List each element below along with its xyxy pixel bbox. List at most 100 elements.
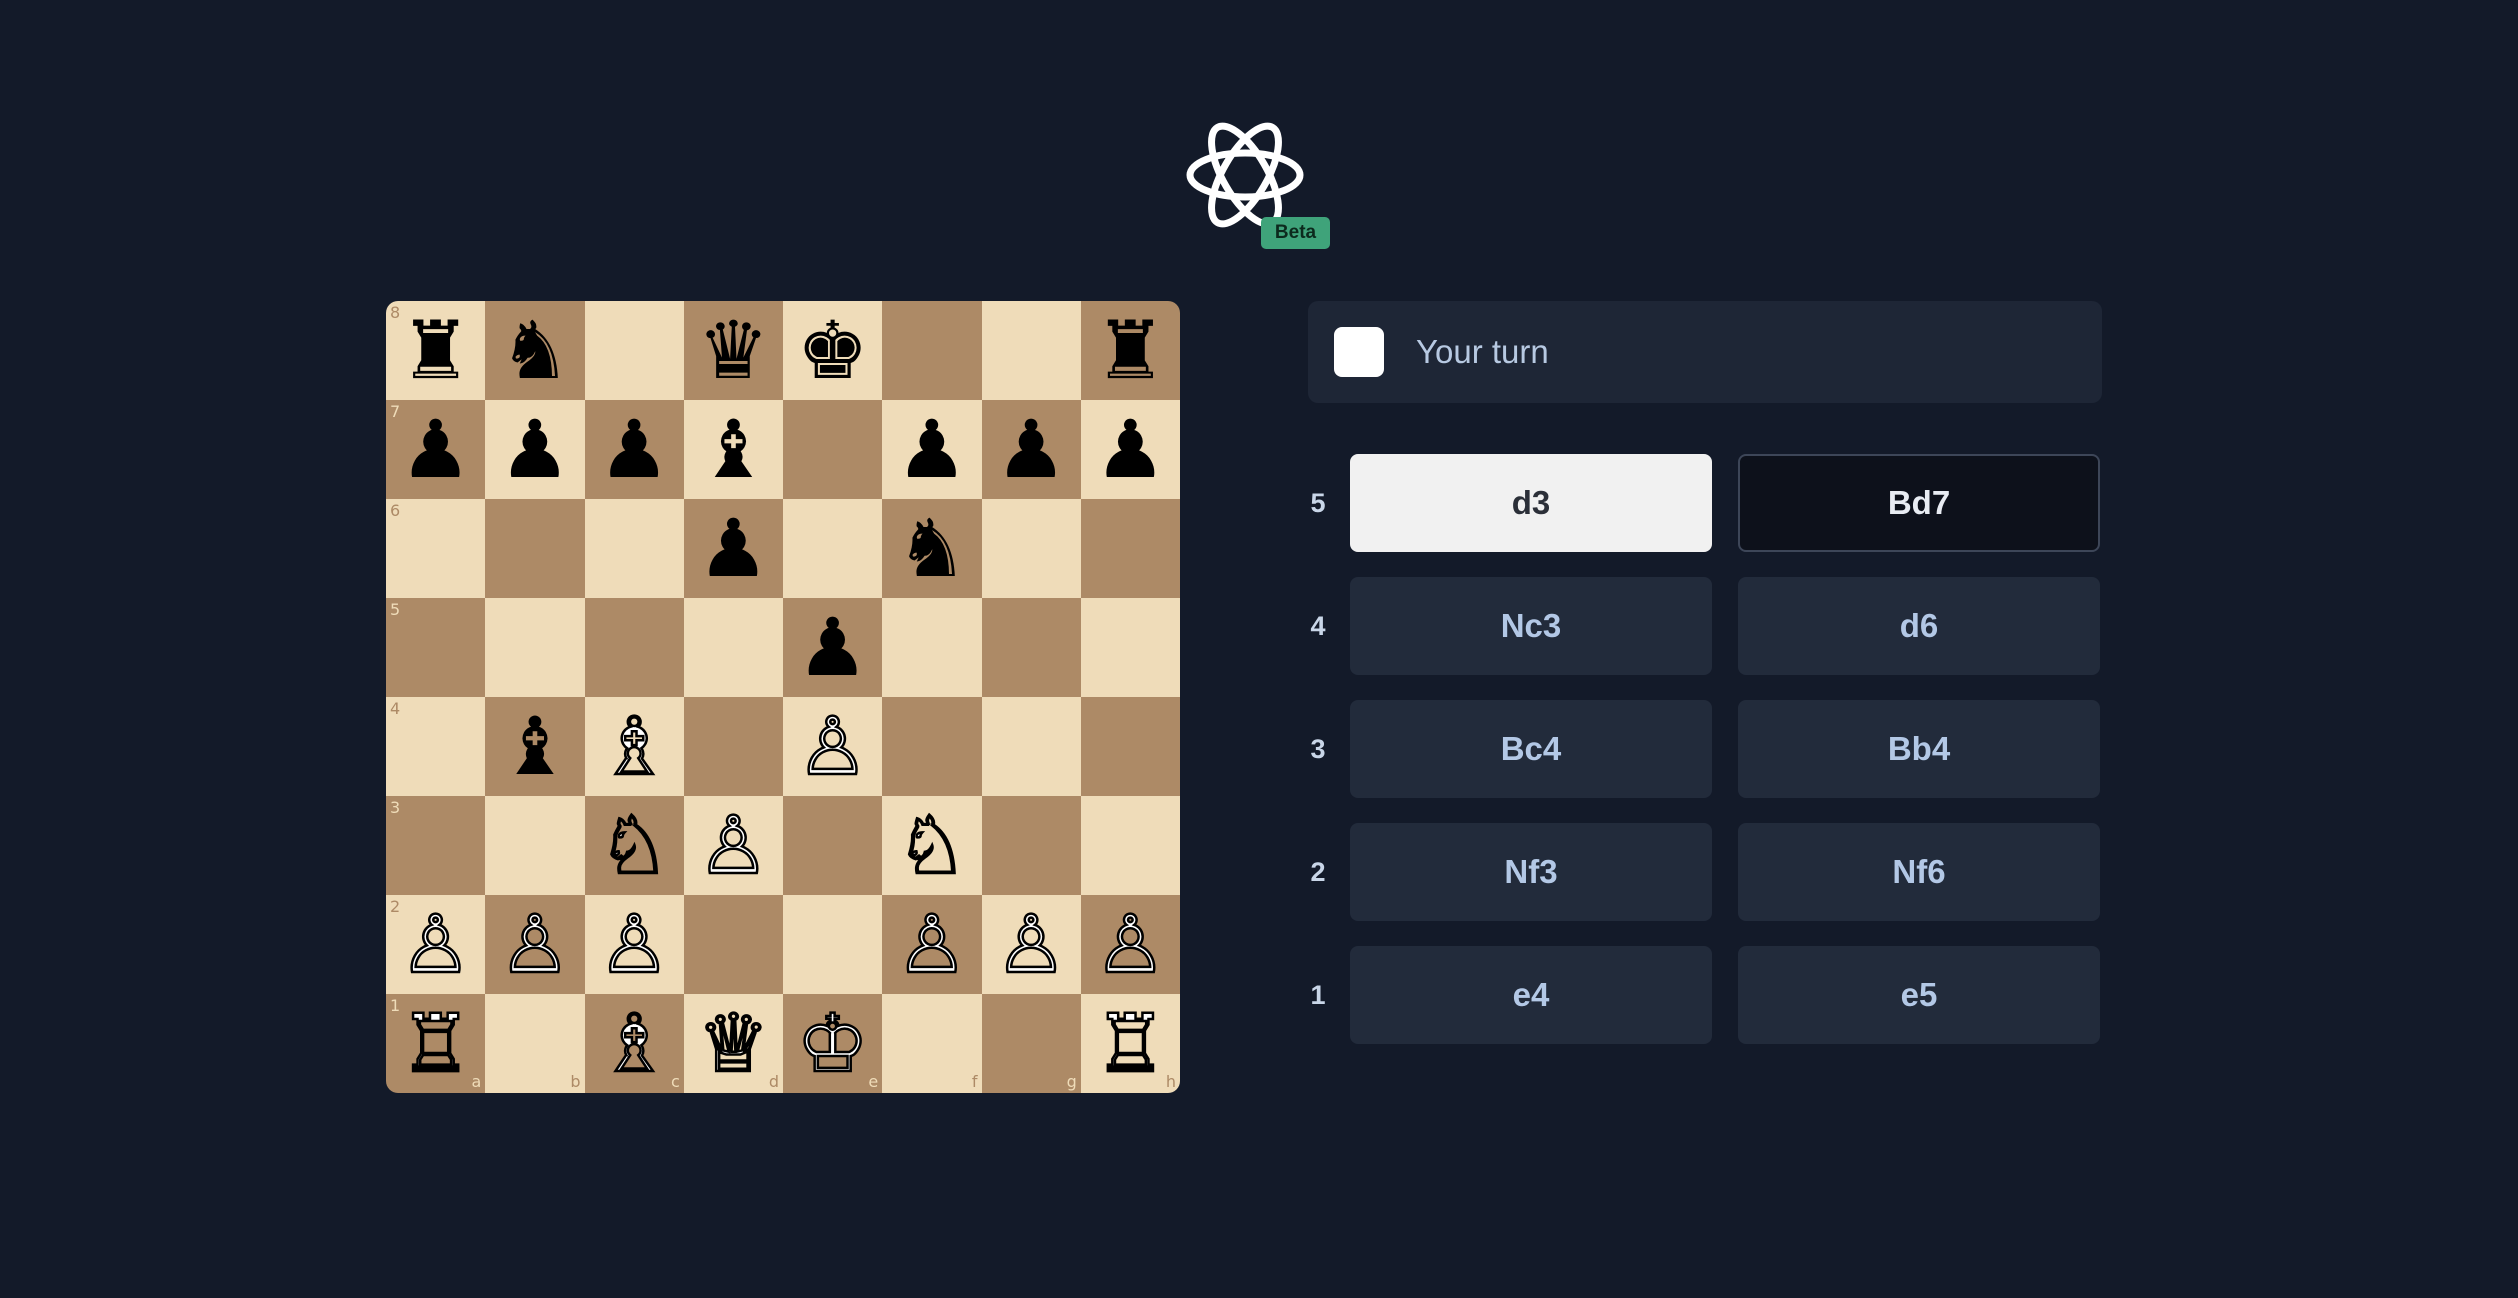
square-a7[interactable]: ♟ 7 xyxy=(386,400,486,499)
black-bishop-icon[interactable]: ♝ xyxy=(499,706,571,787)
square-e1[interactable]: ♔ e xyxy=(783,994,883,1093)
square-g6[interactable] xyxy=(981,499,1081,598)
square-a4[interactable]: 4 xyxy=(386,697,486,796)
square-d6[interactable]: ♟ xyxy=(683,499,783,598)
black-rook-icon[interactable]: ♜ xyxy=(400,310,472,391)
black-pawn-icon[interactable]: ♟ xyxy=(698,508,770,589)
square-e5[interactable]: ♟ xyxy=(783,598,883,697)
square-c1[interactable]: ♗ c xyxy=(584,994,684,1093)
square-d2[interactable] xyxy=(683,895,783,994)
move-white-button[interactable]: Nc3 xyxy=(1350,577,1712,675)
square-c2[interactable]: ♙ xyxy=(584,895,684,994)
square-g1[interactable]: g xyxy=(981,994,1081,1093)
square-f6[interactable]: ♞ xyxy=(882,499,982,598)
square-d1[interactable]: ♕ d xyxy=(683,994,783,1093)
square-f1[interactable]: f xyxy=(882,994,982,1093)
white-king-icon[interactable]: ♔ xyxy=(796,1002,870,1085)
square-b2[interactable]: ♙ xyxy=(485,895,585,994)
square-b8[interactable]: ♞ xyxy=(485,301,585,400)
black-knight-icon[interactable]: ♞ xyxy=(896,508,968,589)
square-d8[interactable]: ♛ xyxy=(683,301,783,400)
black-queen-icon[interactable]: ♛ xyxy=(698,310,770,391)
black-pawn-icon[interactable]: ♟ xyxy=(1095,409,1167,490)
square-e7[interactable] xyxy=(783,400,883,499)
square-a5[interactable]: 5 xyxy=(386,598,486,697)
square-g8[interactable] xyxy=(981,301,1081,400)
white-pawn-icon[interactable]: ♙ xyxy=(498,903,572,986)
move-black-button[interactable]: Bb4 xyxy=(1738,700,2100,798)
move-black-button[interactable]: d6 xyxy=(1738,577,2100,675)
square-f5[interactable] xyxy=(882,598,982,697)
move-white-button[interactable]: e4 xyxy=(1350,946,1712,1044)
square-h7[interactable]: ♟ xyxy=(1080,400,1180,499)
square-e3[interactable] xyxy=(783,796,883,895)
square-f3[interactable]: ♘ xyxy=(882,796,982,895)
square-a6[interactable]: 6 xyxy=(386,499,486,598)
move-white-button[interactable]: Nf3 xyxy=(1350,823,1712,921)
square-c7[interactable]: ♟ xyxy=(584,400,684,499)
square-f4[interactable] xyxy=(882,697,982,796)
white-queen-icon[interactable]: ♕ xyxy=(696,1002,770,1085)
square-h2[interactable]: ♙ xyxy=(1080,895,1180,994)
square-d3[interactable]: ♙ xyxy=(683,796,783,895)
square-h8[interactable]: ♜ xyxy=(1080,301,1180,400)
square-g5[interactable] xyxy=(981,598,1081,697)
square-a2[interactable]: ♙ 2 xyxy=(386,895,486,994)
square-a1[interactable]: ♖ 1 a xyxy=(386,994,486,1093)
square-d4[interactable] xyxy=(683,697,783,796)
square-g7[interactable]: ♟ xyxy=(981,400,1081,499)
square-c4[interactable]: ♗ xyxy=(584,697,684,796)
black-king-icon[interactable]: ♚ xyxy=(797,310,869,391)
black-pawn-icon[interactable]: ♟ xyxy=(400,409,472,490)
black-bishop-icon[interactable]: ♝ xyxy=(698,409,770,490)
white-pawn-icon[interactable]: ♙ xyxy=(696,804,770,887)
square-h6[interactable] xyxy=(1080,499,1180,598)
chess-board[interactable]: ♜ 8 ♞ ♛ ♚ ♜ ♟ 7 ♟ ♟ ♝ ♟ ♟ ♟ 6 ♟ ♞ 5 ♟ 4 ♝ ♗ ♙ 3 ♘ ♙ ♘ ♙ 2 ♙ ♙ ♙ ♙ ♙ ♖ 1 a b ♗ c… xyxy=(386,301,1180,1093)
square-h1[interactable]: ♖ h xyxy=(1080,994,1180,1093)
white-pawn-icon[interactable]: ♙ xyxy=(796,705,870,788)
white-knight-icon[interactable]: ♘ xyxy=(895,804,969,887)
black-pawn-icon[interactable]: ♟ xyxy=(797,607,869,688)
black-pawn-icon[interactable]: ♟ xyxy=(896,409,968,490)
square-c3[interactable]: ♘ xyxy=(584,796,684,895)
white-bishop-icon[interactable]: ♗ xyxy=(597,705,671,788)
square-e6[interactable] xyxy=(783,499,883,598)
square-c6[interactable] xyxy=(584,499,684,598)
square-f8[interactable] xyxy=(882,301,982,400)
white-pawn-icon[interactable]: ♙ xyxy=(399,903,473,986)
white-rook-icon[interactable]: ♖ xyxy=(399,1002,473,1085)
black-rook-icon[interactable]: ♜ xyxy=(1095,310,1167,391)
black-pawn-icon[interactable]: ♟ xyxy=(995,409,1067,490)
square-g4[interactable] xyxy=(981,697,1081,796)
move-black-button[interactable]: Bd7 xyxy=(1738,454,2100,552)
square-a8[interactable]: ♜ 8 xyxy=(386,301,486,400)
square-c5[interactable] xyxy=(584,598,684,697)
square-g3[interactable] xyxy=(981,796,1081,895)
square-f7[interactable]: ♟ xyxy=(882,400,982,499)
white-pawn-icon[interactable]: ♙ xyxy=(1093,903,1167,986)
white-rook-icon[interactable]: ♖ xyxy=(1093,1002,1167,1085)
square-b4[interactable]: ♝ xyxy=(485,697,585,796)
move-black-button[interactable]: e5 xyxy=(1738,946,2100,1044)
square-f2[interactable]: ♙ xyxy=(882,895,982,994)
square-b3[interactable] xyxy=(485,796,585,895)
square-b7[interactable]: ♟ xyxy=(485,400,585,499)
square-d5[interactable] xyxy=(683,598,783,697)
square-h3[interactable] xyxy=(1080,796,1180,895)
square-b6[interactable] xyxy=(485,499,585,598)
white-pawn-icon[interactable]: ♙ xyxy=(597,903,671,986)
square-d7[interactable]: ♝ xyxy=(683,400,783,499)
black-pawn-icon[interactable]: ♟ xyxy=(598,409,670,490)
black-pawn-icon[interactable]: ♟ xyxy=(499,409,571,490)
square-e8[interactable]: ♚ xyxy=(783,301,883,400)
square-c8[interactable] xyxy=(584,301,684,400)
square-g2[interactable]: ♙ xyxy=(981,895,1081,994)
white-knight-icon[interactable]: ♘ xyxy=(597,804,671,887)
move-white-button[interactable]: Bc4 xyxy=(1350,700,1712,798)
square-a3[interactable]: 3 xyxy=(386,796,486,895)
move-white-button[interactable]: d3 xyxy=(1350,454,1712,552)
square-b5[interactable] xyxy=(485,598,585,697)
square-e4[interactable]: ♙ xyxy=(783,697,883,796)
square-h5[interactable] xyxy=(1080,598,1180,697)
white-pawn-icon[interactable]: ♙ xyxy=(895,903,969,986)
